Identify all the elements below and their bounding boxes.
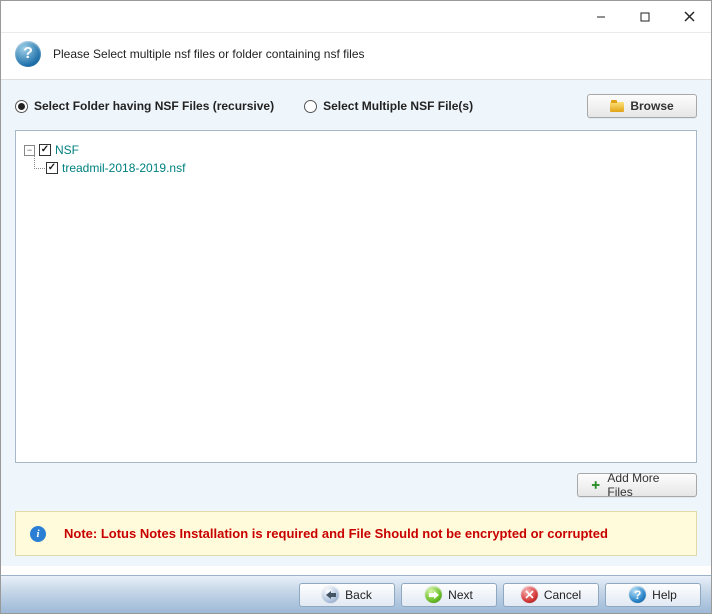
help-label: Help <box>652 588 677 602</box>
maximize-button[interactable] <box>623 1 667 32</box>
tree-child-row[interactable]: treadmil-2018-2019.nsf <box>46 159 688 177</box>
browse-label: Browse <box>630 99 673 113</box>
add-more-row: Add More Files <box>15 473 697 497</box>
cancel-icon <box>521 586 538 603</box>
help-button[interactable]: Help <box>605 583 701 607</box>
back-label: Back <box>345 588 372 602</box>
radio-select-folder[interactable]: Select Folder having NSF Files (recursiv… <box>15 99 274 113</box>
radio-group: Select Folder having NSF Files (recursiv… <box>15 99 473 113</box>
cancel-button[interactable]: Cancel <box>503 583 599 607</box>
tree-root-label: NSF <box>55 143 79 157</box>
note-box: i Note: Lotus Notes Installation is requ… <box>15 511 697 557</box>
question-icon: ? <box>15 41 41 67</box>
body: Select Folder having NSF Files (recursiv… <box>1 80 711 566</box>
radio-label: Select Multiple NSF File(s) <box>323 99 473 113</box>
header: ? Please Select multiple nsf files or fo… <box>1 33 711 80</box>
back-button[interactable]: Back <box>299 583 395 607</box>
add-more-files-button[interactable]: Add More Files <box>577 473 697 497</box>
tree-child-label: treadmil-2018-2019.nsf <box>62 161 185 175</box>
next-button[interactable]: Next <box>401 583 497 607</box>
add-more-label: Add More Files <box>607 471 684 499</box>
info-icon: i <box>30 526 46 542</box>
radio-select-files[interactable]: Select Multiple NSF File(s) <box>304 99 473 113</box>
browse-button[interactable]: Browse <box>587 94 697 118</box>
note-text: Note: Lotus Notes Installation is requir… <box>64 524 608 544</box>
radio-indicator <box>15 100 28 113</box>
plus-icon <box>590 479 601 491</box>
folder-icon <box>610 100 624 112</box>
file-tree-panel: − NSF treadmil-2018-2019.nsf <box>15 130 697 463</box>
radio-indicator <box>304 100 317 113</box>
back-arrow-icon <box>322 586 339 603</box>
minimize-button[interactable] <box>579 1 623 32</box>
next-label: Next <box>448 588 473 602</box>
window-titlebar <box>1 1 711 33</box>
footer: Back Next Cancel Help <box>1 575 711 613</box>
options-row: Select Folder having NSF Files (recursiv… <box>15 94 697 118</box>
radio-label: Select Folder having NSF Files (recursiv… <box>34 99 274 113</box>
header-instruction: Please Select multiple nsf files or fold… <box>53 47 365 61</box>
checkbox-child[interactable] <box>46 162 58 174</box>
tree-root-row[interactable]: − NSF <box>24 141 688 159</box>
next-arrow-icon <box>425 586 442 603</box>
close-button[interactable] <box>667 1 711 32</box>
help-icon <box>629 586 646 603</box>
cancel-label: Cancel <box>544 588 581 602</box>
